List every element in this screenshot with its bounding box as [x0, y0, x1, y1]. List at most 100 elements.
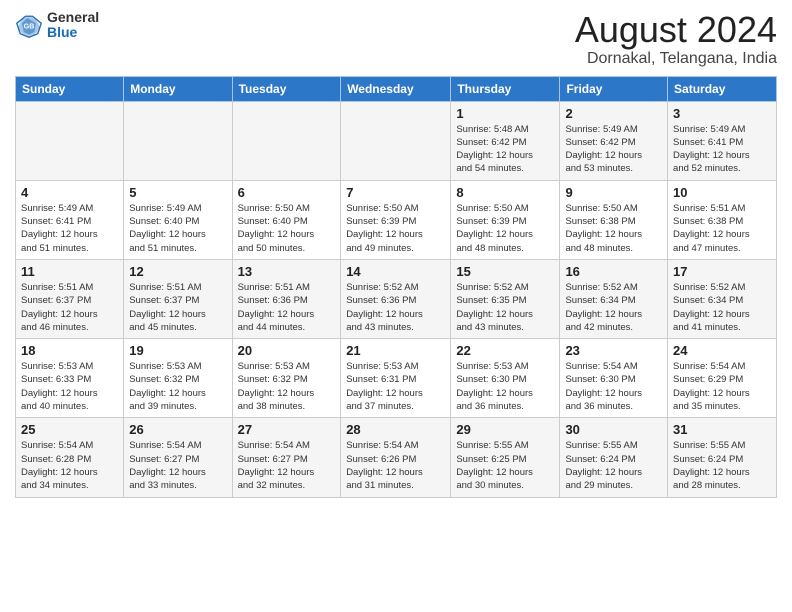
day-number: 3	[673, 106, 771, 121]
day-info: Sunrise: 5:53 AMSunset: 6:30 PMDaylight:…	[456, 360, 554, 413]
header: GB General Blue August 2024 Dornakal, Te…	[15, 10, 777, 68]
day-info: Sunrise: 5:54 AMSunset: 6:28 PMDaylight:…	[21, 439, 118, 492]
day-info: Sunrise: 5:52 AMSunset: 6:36 PMDaylight:…	[346, 281, 445, 334]
day-info: Sunrise: 5:52 AMSunset: 6:34 PMDaylight:…	[565, 281, 662, 334]
day-info: Sunrise: 5:49 AMSunset: 6:42 PMDaylight:…	[565, 123, 662, 176]
day-info: Sunrise: 5:49 AMSunset: 6:41 PMDaylight:…	[673, 123, 771, 176]
calendar-cell: 15 Sunrise: 5:52 AMSunset: 6:35 PMDayligh…	[451, 259, 560, 338]
day-number: 26	[129, 422, 226, 437]
svg-text:GB: GB	[24, 24, 35, 31]
col-header-wednesday: Wednesday	[341, 76, 451, 101]
calendar-cell: 24Sunrise: 5:54 AMSunset: 6:29 PMDayligh…	[668, 339, 777, 418]
day-number: 28	[346, 422, 445, 437]
week-row-3: 11 Sunrise: 5:51 AMSunset: 6:37 PMDayligh…	[16, 259, 777, 338]
calendar-cell: 16 Sunrise: 5:52 AMSunset: 6:34 PMDayligh…	[560, 259, 668, 338]
col-header-thursday: Thursday	[451, 76, 560, 101]
header-row: SundayMondayTuesdayWednesdayThursdayFrid…	[16, 76, 777, 101]
day-number: 6	[238, 185, 336, 200]
day-number: 14	[346, 264, 445, 279]
day-number: 11	[21, 264, 118, 279]
day-number: 23	[565, 343, 662, 358]
logo-icon: GB	[15, 11, 43, 39]
day-number: 25	[21, 422, 118, 437]
day-number: 17	[673, 264, 771, 279]
calendar-cell: 2 Sunrise: 5:49 AMSunset: 6:42 PMDaylight…	[560, 101, 668, 180]
day-info: Sunrise: 5:50 AMSunset: 6:38 PMDaylight:…	[565, 202, 662, 255]
day-info: Sunrise: 5:54 AMSunset: 6:30 PMDaylight:…	[565, 360, 662, 413]
calendar-cell: 9 Sunrise: 5:50 AMSunset: 6:38 PMDaylight…	[560, 180, 668, 259]
calendar-cell: 22 Sunrise: 5:53 AMSunset: 6:30 PMDayligh…	[451, 339, 560, 418]
subtitle: Dornakal, Telangana, India	[575, 50, 777, 68]
day-info: Sunrise: 5:50 AMSunset: 6:39 PMDaylight:…	[456, 202, 554, 255]
calendar-cell	[124, 101, 232, 180]
day-number: 27	[238, 422, 336, 437]
day-info: Sunrise: 5:53 AMSunset: 6:32 PMDaylight:…	[238, 360, 336, 413]
day-number: 15	[456, 264, 554, 279]
title-block: August 2024 Dornakal, Telangana, India	[575, 10, 777, 68]
day-number: 5	[129, 185, 226, 200]
day-number: 8	[456, 185, 554, 200]
calendar-cell: 7Sunrise: 5:50 AMSunset: 6:39 PMDaylight…	[341, 180, 451, 259]
day-info: Sunrise: 5:51 AMSunset: 6:37 PMDaylight:…	[129, 281, 226, 334]
calendar-cell: 14 Sunrise: 5:52 AMSunset: 6:36 PMDayligh…	[341, 259, 451, 338]
day-number: 7	[346, 185, 445, 200]
day-number: 2	[565, 106, 662, 121]
day-number: 13	[238, 264, 336, 279]
day-info: Sunrise: 5:49 AMSunset: 6:41 PMDaylight:…	[21, 202, 118, 255]
day-number: 21	[346, 343, 445, 358]
day-number: 9	[565, 185, 662, 200]
day-number: 20	[238, 343, 336, 358]
day-number: 29	[456, 422, 554, 437]
calendar-cell: 12Sunrise: 5:51 AMSunset: 6:37 PMDayligh…	[124, 259, 232, 338]
day-number: 19	[129, 343, 226, 358]
col-header-monday: Monday	[124, 76, 232, 101]
week-row-4: 18 Sunrise: 5:53 AMSunset: 6:33 PMDayligh…	[16, 339, 777, 418]
calendar-cell: 29 Sunrise: 5:55 AMSunset: 6:25 PMDayligh…	[451, 418, 560, 497]
col-header-friday: Friday	[560, 76, 668, 101]
day-info: Sunrise: 5:52 AMSunset: 6:35 PMDaylight:…	[456, 281, 554, 334]
week-row-2: 4 Sunrise: 5:49 AMSunset: 6:41 PMDaylight…	[16, 180, 777, 259]
day-number: 16	[565, 264, 662, 279]
day-info: Sunrise: 5:51 AMSunset: 6:38 PMDaylight:…	[673, 202, 771, 255]
day-info: Sunrise: 5:54 AMSunset: 6:27 PMDaylight:…	[238, 439, 336, 492]
day-info: Sunrise: 5:54 AMSunset: 6:29 PMDaylight:…	[673, 360, 771, 413]
day-info: Sunrise: 5:49 AMSunset: 6:40 PMDaylight:…	[129, 202, 226, 255]
main-title: August 2024	[575, 10, 777, 50]
calendar-cell: 31 Sunrise: 5:55 AMSunset: 6:24 PMDayligh…	[668, 418, 777, 497]
week-row-1: 1Sunrise: 5:48 AMSunset: 6:42 PMDaylight…	[16, 101, 777, 180]
calendar-cell: 25 Sunrise: 5:54 AMSunset: 6:28 PMDayligh…	[16, 418, 124, 497]
day-number: 10	[673, 185, 771, 200]
day-info: Sunrise: 5:54 AMSunset: 6:26 PMDaylight:…	[346, 439, 445, 492]
day-number: 18	[21, 343, 118, 358]
calendar-cell: 13 Sunrise: 5:51 AMSunset: 6:36 PMDayligh…	[232, 259, 341, 338]
day-info: Sunrise: 5:52 AMSunset: 6:34 PMDaylight:…	[673, 281, 771, 334]
page: GB General Blue August 2024 Dornakal, Te…	[0, 0, 792, 513]
calendar-cell: 11 Sunrise: 5:51 AMSunset: 6:37 PMDayligh…	[16, 259, 124, 338]
logo: GB General Blue	[15, 10, 99, 41]
calendar-cell: 8 Sunrise: 5:50 AMSunset: 6:39 PMDaylight…	[451, 180, 560, 259]
calendar-cell: 17 Sunrise: 5:52 AMSunset: 6:34 PMDayligh…	[668, 259, 777, 338]
calendar-cell	[232, 101, 341, 180]
day-info: Sunrise: 5:53 AMSunset: 6:32 PMDaylight:…	[129, 360, 226, 413]
logo-blue-text: Blue	[47, 25, 99, 40]
day-info: Sunrise: 5:55 AMSunset: 6:24 PMDaylight:…	[673, 439, 771, 492]
day-number: 22	[456, 343, 554, 358]
calendar-cell: 23 Sunrise: 5:54 AMSunset: 6:30 PMDayligh…	[560, 339, 668, 418]
calendar-cell: 10 Sunrise: 5:51 AMSunset: 6:38 PMDayligh…	[668, 180, 777, 259]
day-info: Sunrise: 5:53 AMSunset: 6:31 PMDaylight:…	[346, 360, 445, 413]
day-info: Sunrise: 5:55 AMSunset: 6:25 PMDaylight:…	[456, 439, 554, 492]
calendar-cell: 28 Sunrise: 5:54 AMSunset: 6:26 PMDayligh…	[341, 418, 451, 497]
day-info: Sunrise: 5:51 AMSunset: 6:37 PMDaylight:…	[21, 281, 118, 334]
calendar-cell: 27 Sunrise: 5:54 AMSunset: 6:27 PMDayligh…	[232, 418, 341, 497]
day-number: 31	[673, 422, 771, 437]
calendar-table: SundayMondayTuesdayWednesdayThursdayFrid…	[15, 76, 777, 498]
day-info: Sunrise: 5:50 AMSunset: 6:40 PMDaylight:…	[238, 202, 336, 255]
calendar-cell: 30Sunrise: 5:55 AMSunset: 6:24 PMDayligh…	[560, 418, 668, 497]
day-number: 4	[21, 185, 118, 200]
day-info: Sunrise: 5:53 AMSunset: 6:33 PMDaylight:…	[21, 360, 118, 413]
day-info: Sunrise: 5:51 AMSunset: 6:36 PMDaylight:…	[238, 281, 336, 334]
calendar-cell: 26Sunrise: 5:54 AMSunset: 6:27 PMDayligh…	[124, 418, 232, 497]
calendar-cell: 20 Sunrise: 5:53 AMSunset: 6:32 PMDayligh…	[232, 339, 341, 418]
day-info: Sunrise: 5:55 AMSunset: 6:24 PMDaylight:…	[565, 439, 662, 492]
calendar-cell: 4 Sunrise: 5:49 AMSunset: 6:41 PMDaylight…	[16, 180, 124, 259]
